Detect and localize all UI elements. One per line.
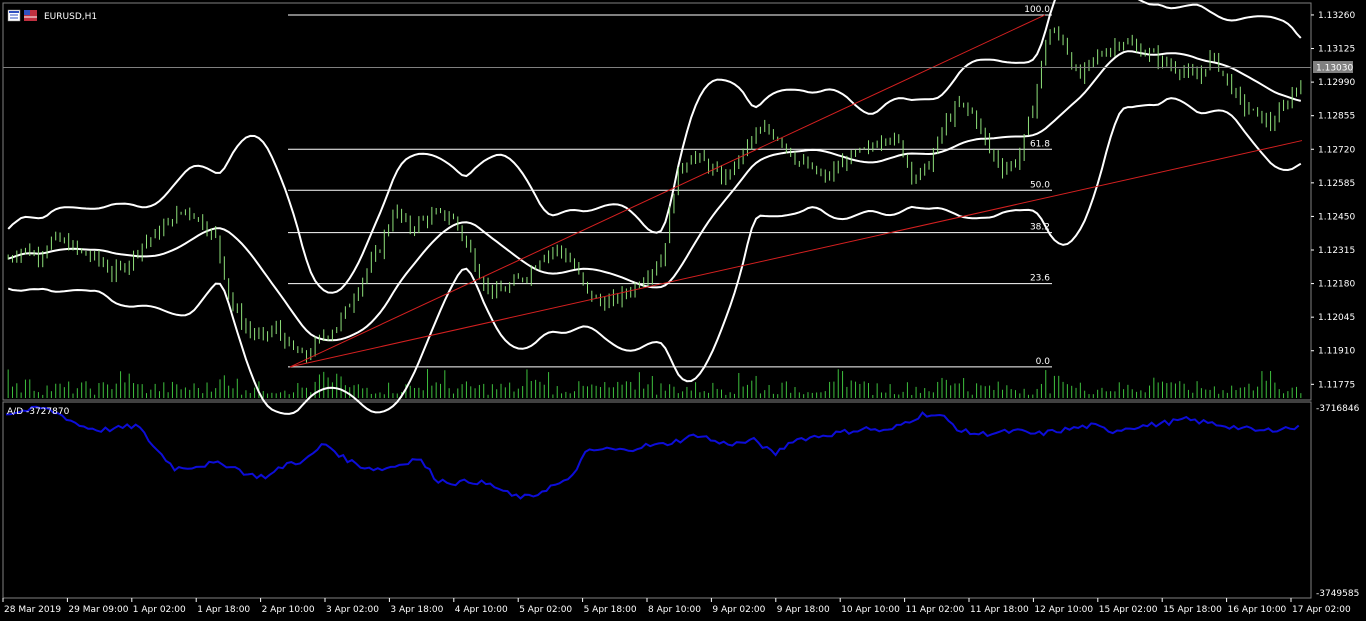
fib-level-label: 23.6 [1030,274,1050,284]
time-tick-label: 11 Apr 02:00 [906,605,965,615]
time-tick-label: 10 Apr 10:00 [841,605,900,615]
time-tick-label: 28 Mar 2019 [4,605,61,615]
time-tick-label: 4 Apr 10:00 [455,605,508,615]
price-tick-label: 1.12855 [1318,112,1355,122]
fib-level-label: 0.0 [1036,357,1051,367]
chart-area[interactable]: 100.061.850.038.223.60.0 1.132601.131251… [0,0,1366,621]
time-tick-label: 3 Apr 02:00 [326,605,379,615]
indicator-max-label: -3716846 [1316,404,1360,414]
indicator-label: A/D -3727870 [7,407,70,417]
main-chart-frame [2,2,1312,401]
time-tick-label: 3 Apr 18:00 [390,605,443,615]
time-tick-label: 17 Apr 02:00 [1292,605,1351,615]
price-tick-label: 1.13125 [1318,45,1355,55]
time-tick-label: 1 Apr 18:00 [197,605,250,615]
price-tick-label: 1.12045 [1318,313,1355,323]
fib-level-label: 100.0 [1024,5,1050,15]
time-tick-label: 1 Apr 02:00 [133,605,186,615]
price-tick-label: 1.12315 [1318,246,1355,256]
fib-level-label: 61.8 [1030,139,1050,149]
time-tick-label: 11 Apr 18:00 [970,605,1029,615]
time-tick-label: 2 Apr 10:00 [262,605,315,615]
time-tick-label: 8 Apr 10:00 [648,605,701,615]
price-tick-label: 1.12990 [1318,78,1355,88]
fib-level-label: 50.0 [1030,180,1050,190]
time-tick-label: 15 Apr 02:00 [1099,605,1158,615]
time-tick-label: 5 Apr 18:00 [584,605,637,615]
price-tick-label: 1.12180 [1318,280,1355,290]
time-tick-label: 12 Apr 10:00 [1034,605,1093,615]
time-tick-label: 29 Mar 09:00 [68,605,128,615]
price-tick-label: 1.12450 [1318,212,1355,222]
price-tick-label: 1.12720 [1318,145,1355,155]
time-axis[interactable]: 28 Mar 2019 29 Mar 09:00 1 Apr 02:00 1 Apr … [2,598,1351,615]
time-tick-label: 15 Apr 18:00 [1163,605,1222,615]
time-tick-label: 9 Apr 18:00 [777,605,830,615]
time-tick-label: 9 Apr 02:00 [712,605,765,615]
symbol-label: EURUSD,H1 [44,12,97,22]
price-tick-label: 1.11910 [1318,347,1355,357]
time-tick-label: 16 Apr 10:00 [1228,605,1287,615]
indicator-min-label: -3749585 [1316,589,1359,599]
price-tick-label: 1.13260 [1318,11,1355,21]
time-tick-label: 5 Apr 02:00 [519,605,572,615]
price-tick-label: 1.11775 [1318,380,1355,390]
current-price-label: 1.13030 [1316,64,1353,74]
price-tick-label: 1.12585 [1318,179,1355,189]
